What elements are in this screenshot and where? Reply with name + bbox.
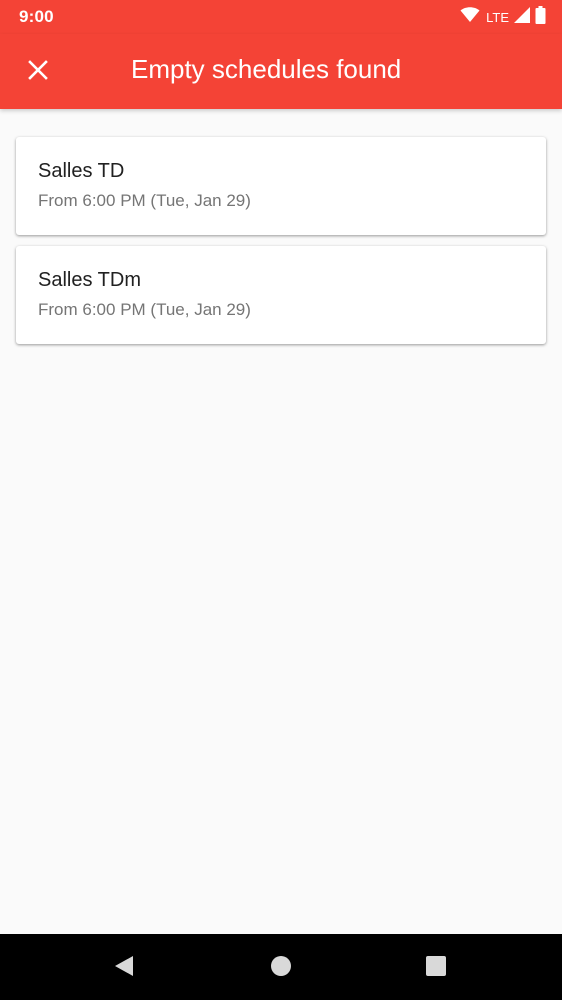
recents-icon xyxy=(426,955,446,981)
schedule-name: Salles TD xyxy=(38,160,125,182)
home-icon xyxy=(270,955,292,982)
close-button[interactable] xyxy=(18,52,58,92)
wifi-icon xyxy=(460,6,480,28)
home-button[interactable] xyxy=(263,950,299,986)
recents-button[interactable] xyxy=(418,950,454,986)
schedule-name: Salles TDm xyxy=(38,269,141,291)
back-button[interactable] xyxy=(106,950,142,986)
status-time: 9:00 xyxy=(19,7,54,26)
schedule-card[interactable]: Salles TD From 6:00 PM (Tue, Jan 29) xyxy=(16,137,546,235)
status-icons: LTE xyxy=(460,5,546,29)
back-icon xyxy=(113,954,135,983)
schedule-time: From 6:00 PM (Tue, Jan 29) xyxy=(38,300,251,319)
battery-icon xyxy=(535,5,546,29)
navigation-bar xyxy=(0,934,562,1000)
screen: 9:00 LTE Empty schedules found Salles TD… xyxy=(0,0,562,1000)
close-icon xyxy=(28,59,48,85)
schedule-time: From 6:00 PM (Tue, Jan 29) xyxy=(38,191,251,210)
schedule-list: Salles TD From 6:00 PM (Tue, Jan 29) Sal… xyxy=(16,137,546,355)
signal-icon xyxy=(514,6,530,28)
app-bar: Empty schedules found xyxy=(0,34,562,109)
schedule-card[interactable]: Salles TDm From 6:00 PM (Tue, Jan 29) xyxy=(16,246,546,344)
network-type-label: LTE xyxy=(486,9,509,25)
status-bar: 9:00 LTE xyxy=(0,0,562,34)
page-title: Empty schedules found xyxy=(131,54,402,84)
